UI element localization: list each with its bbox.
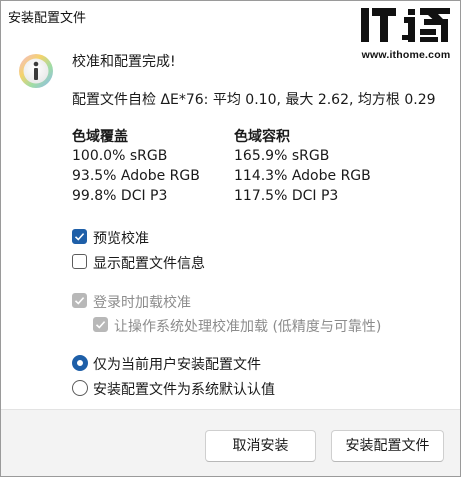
gamut-volume-srgb: 165.9% sRGB xyxy=(234,148,330,164)
os-handles-loading-checkbox xyxy=(93,317,108,332)
info-icon xyxy=(19,54,53,88)
gamut-coverage-adobe-rgb: 93.5% Adobe RGB xyxy=(72,168,200,184)
gamut-volume-adobe-rgb: 114.3% Adobe RGB xyxy=(234,168,371,184)
gamut-volume-title: 色域容积 xyxy=(234,129,290,145)
os-handles-loading-label: 让操作系统处理校准加载 (低精度与可靠性) xyxy=(114,319,382,335)
gamut-coverage-srgb: 100.0% sRGB xyxy=(72,148,168,164)
checkmark-icon xyxy=(74,297,85,305)
gamut-coverage-title: 色域覆盖 xyxy=(72,129,128,145)
gamut-volume-dci-p3: 117.5% DCI P3 xyxy=(234,188,339,204)
install-profile-button[interactable]: 安装配置文件 xyxy=(331,430,444,462)
cancel-install-button[interactable]: 取消安装 xyxy=(205,430,316,462)
dialog-footer: 取消安装 安装配置文件 xyxy=(1,409,460,476)
watermark-url: www.ithome.com xyxy=(361,49,451,61)
current-user-label[interactable]: 仅为当前用户安装配置文件 xyxy=(93,354,261,374)
system-default-radio[interactable] xyxy=(72,380,88,396)
gamut-coverage-dci-p3: 99.8% DCI P3 xyxy=(72,188,168,204)
checkmark-icon xyxy=(95,321,106,329)
completion-heading: 校准和配置完成! xyxy=(72,54,176,70)
ithome-logo: www.ithome.com xyxy=(358,5,454,67)
load-on-login-checkbox xyxy=(72,293,87,308)
install-profile-dialog: 安装配置文件 www.ithome.com 校准和配置完成! 配置文件自检 ΔE… xyxy=(0,0,461,477)
current-user-radio[interactable] xyxy=(72,355,88,371)
window-title: 安装配置文件 xyxy=(8,11,87,26)
checkmark-icon xyxy=(74,233,85,241)
load-on-login-label: 登录时加载校准 xyxy=(93,295,191,311)
show-profile-info-checkbox[interactable] xyxy=(72,254,87,269)
ithome-logo-mark xyxy=(361,8,450,42)
system-default-label[interactable]: 安装配置文件为系统默认认值 xyxy=(93,379,275,399)
preview-calibration-label[interactable]: 预览校准 xyxy=(93,228,149,248)
preview-calibration-checkbox[interactable] xyxy=(72,229,87,244)
self-check-result: 配置文件自检 ΔE*76: 平均 0.10, 最大 2.62, 均方根 0.29 xyxy=(72,92,436,108)
show-profile-info-label[interactable]: 显示配置文件信息 xyxy=(93,253,205,273)
